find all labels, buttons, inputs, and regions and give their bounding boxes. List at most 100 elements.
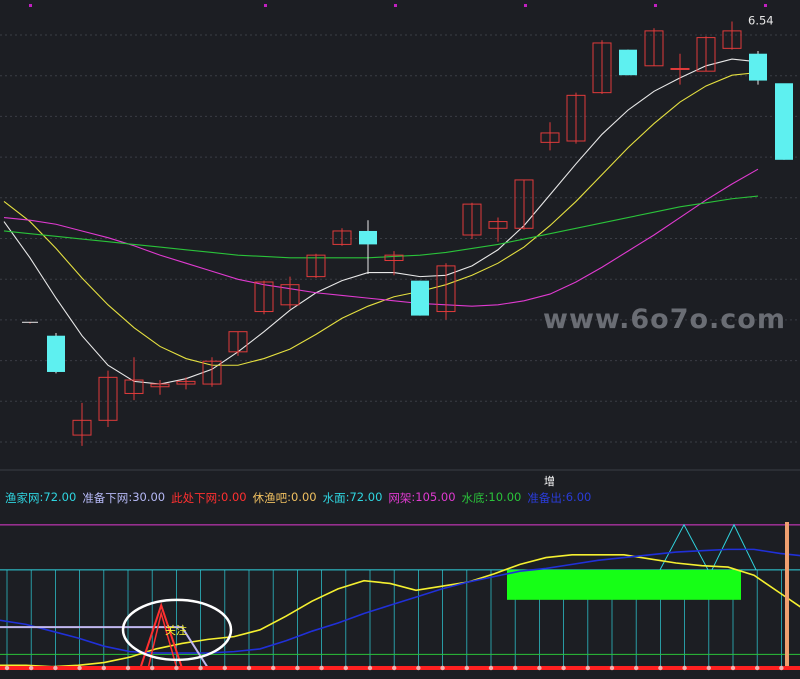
candle [592, 40, 612, 94]
candle [98, 370, 118, 428]
top-label: 增 [544, 474, 555, 488]
top-marker [29, 4, 32, 7]
base-dot [513, 665, 518, 671]
base-dot [730, 665, 736, 671]
candle-body [359, 230, 377, 245]
base-dot [53, 665, 58, 671]
candle [749, 51, 767, 85]
top-marker [394, 4, 397, 7]
highlight-box [507, 569, 741, 600]
indicator-line-2 [0, 626, 800, 669]
base-dot [150, 665, 155, 671]
legend-value: 0.00 [221, 490, 247, 504]
legend-name: 渔家网 [5, 491, 40, 505]
base-dot [392, 665, 397, 671]
base-dot [488, 665, 494, 671]
moving-average-lines [3, 58, 759, 385]
legend-value: 0.00 [290, 490, 317, 504]
peak-marker [711, 523, 757, 571]
legend-entry: 此处下网: 0.00 [171, 490, 246, 506]
candle [462, 202, 482, 240]
candle-body [47, 335, 65, 372]
candle [332, 228, 352, 246]
candle [514, 179, 534, 230]
candle-body [670, 67, 690, 70]
base-dot [77, 665, 82, 671]
legend-entry: 水面: 72.00 [323, 490, 383, 506]
legend-entry: 渔家网: 72.00 [5, 490, 76, 506]
base-dot [222, 665, 227, 671]
legend-entry: 水底: 10.00 [462, 490, 522, 506]
base-dot [585, 665, 590, 671]
candle [436, 263, 456, 320]
legend-value: 72.00 [43, 490, 77, 504]
base-dot [367, 665, 373, 671]
base-dot [779, 665, 784, 671]
candle [228, 331, 248, 356]
price-label: 6.54 [748, 13, 774, 27]
base-dot [319, 665, 324, 671]
legend-name: 水面 [322, 491, 346, 505]
base-dot [537, 665, 542, 671]
base-dot [755, 665, 760, 671]
base-dot [464, 665, 469, 671]
legend-value: 6.00 [565, 490, 592, 504]
base-dot [198, 665, 203, 671]
base-dot [246, 665, 252, 671]
base-dot [4, 665, 10, 671]
candle [22, 321, 38, 324]
legend-entry: 准备下网: 30.00 [82, 490, 165, 506]
base-dot [609, 665, 615, 671]
candle [47, 333, 65, 374]
top-marker [764, 4, 767, 7]
legend-entry: 准备出: 6.00 [527, 490, 591, 506]
base-dot [101, 665, 107, 671]
base-dot [295, 665, 300, 671]
candle [411, 280, 429, 316]
candle [619, 49, 637, 76]
right-marker [785, 522, 789, 668]
base-dot [658, 665, 663, 671]
candle-body [619, 49, 637, 76]
legend-value: 30.00 [132, 490, 166, 504]
base-dot [174, 665, 179, 671]
candle [72, 402, 92, 446]
base-dot [706, 665, 711, 671]
base-dot [634, 665, 639, 671]
watermark: www.6o7o.com [543, 304, 786, 335]
candle [775, 83, 793, 160]
base-dot [440, 665, 445, 671]
top-marker [524, 4, 527, 7]
legend-entry: 网架: 105.00 [388, 490, 455, 506]
base-dot [343, 665, 348, 671]
ma-line-3 [3, 195, 759, 259]
legend-name: 水底 [461, 491, 485, 505]
ma-line-0 [3, 58, 759, 385]
candle [359, 220, 377, 274]
legend-entry: 休渔吧: 0.00 [253, 490, 317, 506]
candle [540, 122, 560, 151]
candle-body [775, 83, 793, 160]
ma-line-2 [3, 168, 759, 307]
base-dot [682, 665, 687, 671]
legend-name: 网架 [388, 491, 412, 505]
indicator-line-1 [0, 548, 800, 654]
base-dot [561, 665, 566, 671]
candle [124, 357, 144, 401]
candle [696, 36, 716, 72]
base-dot [271, 665, 276, 671]
chart-svg: 6.54 增关注 [0, 4, 800, 671]
base-dot [125, 665, 131, 671]
legend-value: 105.00 [415, 490, 456, 504]
top-marker [264, 4, 267, 7]
candle [176, 377, 196, 390]
candle [670, 53, 690, 85]
base-dot [416, 665, 421, 671]
legend-value: 10.00 [488, 490, 522, 504]
legend-value: 72.00 [349, 490, 383, 504]
candle [644, 28, 664, 67]
candle [722, 21, 742, 50]
indicator-legend: 渔家网: 72.00 准备下网: 30.00 此处下网: 0.00 休渔吧: 0.00… [5, 490, 591, 506]
legend-name: 此处下网 [171, 491, 218, 505]
candle [280, 276, 300, 309]
